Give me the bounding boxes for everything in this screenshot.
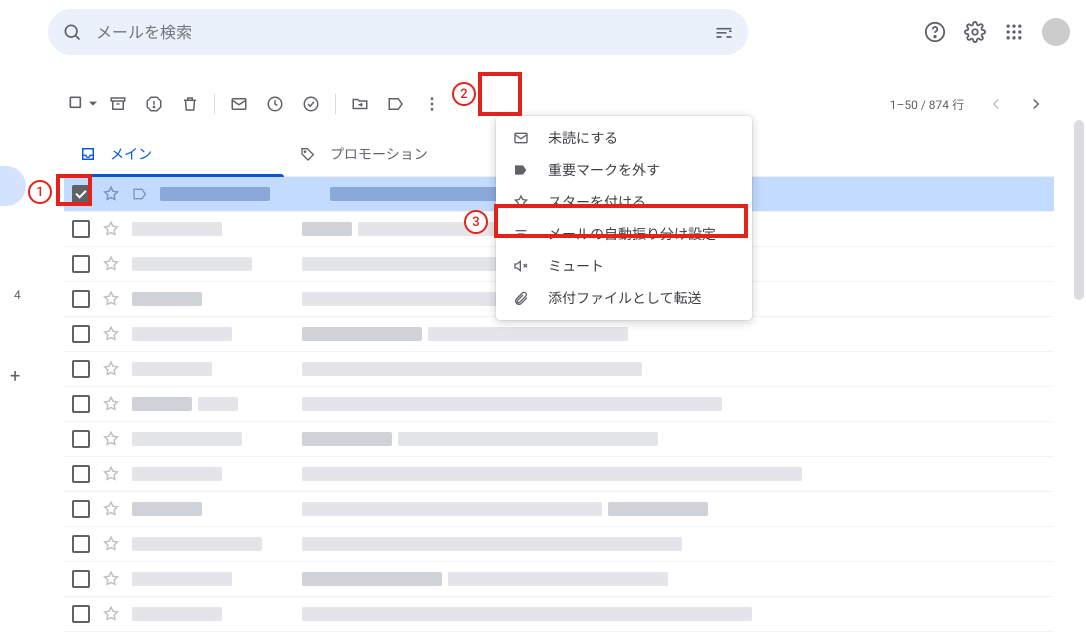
menu-label: 添付ファイルとして転送 — [548, 288, 702, 308]
mail-row[interactable] — [64, 317, 1054, 352]
row-checkbox[interactable] — [72, 465, 90, 483]
row-checkbox[interactable] — [72, 185, 90, 203]
row-checkbox[interactable] — [72, 325, 90, 343]
tab-label: プロモーション — [330, 144, 428, 164]
snooze-button[interactable] — [257, 86, 293, 122]
apps-icon[interactable] — [1004, 22, 1024, 42]
move-to-button[interactable] — [342, 86, 378, 122]
mail-row[interactable] — [64, 352, 1054, 387]
mail-row[interactable] — [64, 387, 1054, 422]
help-icon[interactable] — [924, 21, 946, 43]
menu-add-star[interactable]: スターを付ける — [496, 186, 752, 218]
search-input[interactable] — [96, 23, 714, 42]
star-icon[interactable] — [102, 535, 120, 553]
menu-label: メールの自動振り分け設定 — [548, 224, 716, 244]
menu-label: 未読にする — [548, 128, 618, 148]
report-spam-button[interactable] — [136, 86, 172, 122]
row-checkbox[interactable] — [72, 430, 90, 448]
menu-mute[interactable]: ミュート — [496, 250, 752, 282]
more-context-menu: 未読にする 重要マークを外す スターを付ける メールの自動振り分け設定 ミュート… — [496, 116, 752, 320]
pagination-text: 1–50 / 874 行 — [890, 96, 964, 113]
top-right-controls — [924, 18, 1070, 46]
mail-row[interactable] — [64, 562, 1054, 597]
star-icon[interactable] — [102, 185, 120, 203]
row-checkbox[interactable] — [72, 220, 90, 238]
archive-button[interactable] — [100, 86, 136, 122]
menu-label: ミュート — [548, 256, 604, 276]
star-icon[interactable] — [102, 465, 120, 483]
menu-label: スターを付ける — [548, 192, 646, 212]
tag-icon — [300, 146, 316, 162]
row-checkbox[interactable] — [72, 360, 90, 378]
sidebar-badge: 4 — [14, 288, 21, 302]
menu-remove-important[interactable]: 重要マークを外す — [496, 154, 752, 186]
mail-row[interactable] — [64, 597, 1054, 632]
mail-row[interactable] — [64, 457, 1054, 492]
mail-icon — [512, 130, 530, 146]
labels-button[interactable] — [378, 86, 414, 122]
annotation-1-circle: 1 — [28, 180, 52, 204]
row-checkbox[interactable] — [72, 290, 90, 308]
search-icon — [62, 22, 82, 42]
star-icon[interactable] — [102, 360, 120, 378]
menu-mark-unread[interactable]: 未読にする — [496, 122, 752, 154]
tab-label: メイン — [110, 144, 152, 164]
menu-label: 重要マークを外す — [548, 160, 660, 180]
star-icon[interactable] — [102, 430, 120, 448]
mail-row[interactable] — [64, 422, 1054, 457]
avatar[interactable] — [1042, 18, 1070, 46]
mail-row[interactable] — [64, 527, 1054, 562]
gear-icon[interactable] — [964, 21, 986, 43]
importance-icon — [512, 162, 530, 178]
row-checkbox[interactable] — [72, 500, 90, 518]
compose-collapsed-pill[interactable] — [0, 166, 26, 206]
prev-page-button[interactable] — [978, 86, 1014, 122]
row-checkbox[interactable] — [72, 570, 90, 588]
sidebar-add[interactable]: + — [10, 366, 20, 387]
tab-promotions[interactable]: プロモーション — [284, 132, 504, 176]
next-page-button[interactable] — [1018, 86, 1054, 122]
toolbar-separator — [335, 94, 336, 114]
scrollbar-thumb[interactable] — [1074, 120, 1084, 300]
star-icon[interactable] — [102, 395, 120, 413]
star-icon — [512, 194, 530, 210]
star-icon[interactable] — [102, 220, 120, 238]
filter-icon — [512, 226, 530, 242]
mail-row[interactable] — [64, 492, 1054, 527]
tab-primary[interactable]: メイン — [64, 132, 284, 176]
tune-icon[interactable] — [714, 22, 734, 42]
star-icon[interactable] — [102, 255, 120, 273]
search-bar[interactable] — [48, 9, 748, 55]
mark-unread-button[interactable] — [221, 86, 257, 122]
more-button[interactable] — [414, 86, 450, 122]
attachment-icon — [512, 290, 530, 306]
row-checkbox[interactable] — [72, 255, 90, 273]
inbox-icon — [80, 146, 96, 162]
star-icon[interactable] — [102, 605, 120, 623]
star-icon[interactable] — [102, 500, 120, 518]
annotation-3-circle: 3 — [464, 210, 488, 234]
delete-button[interactable] — [172, 86, 208, 122]
toolbar-separator — [214, 94, 215, 114]
star-icon[interactable] — [102, 570, 120, 588]
star-icon[interactable] — [102, 325, 120, 343]
topbar — [0, 0, 1086, 64]
mute-icon — [512, 258, 530, 274]
menu-forward-as-attachment[interactable]: 添付ファイルとして転送 — [496, 282, 752, 314]
row-checkbox[interactable] — [72, 535, 90, 553]
row-checkbox[interactable] — [72, 395, 90, 413]
annotation-2-circle: 2 — [452, 82, 476, 106]
select-dropdown[interactable] — [64, 86, 100, 122]
menu-filter-messages[interactable]: メールの自動振り分け設定 — [496, 218, 752, 250]
row-checkbox[interactable] — [72, 605, 90, 623]
add-task-button[interactable] — [293, 86, 329, 122]
star-icon[interactable] — [102, 290, 120, 308]
importance-icon[interactable] — [132, 186, 148, 202]
